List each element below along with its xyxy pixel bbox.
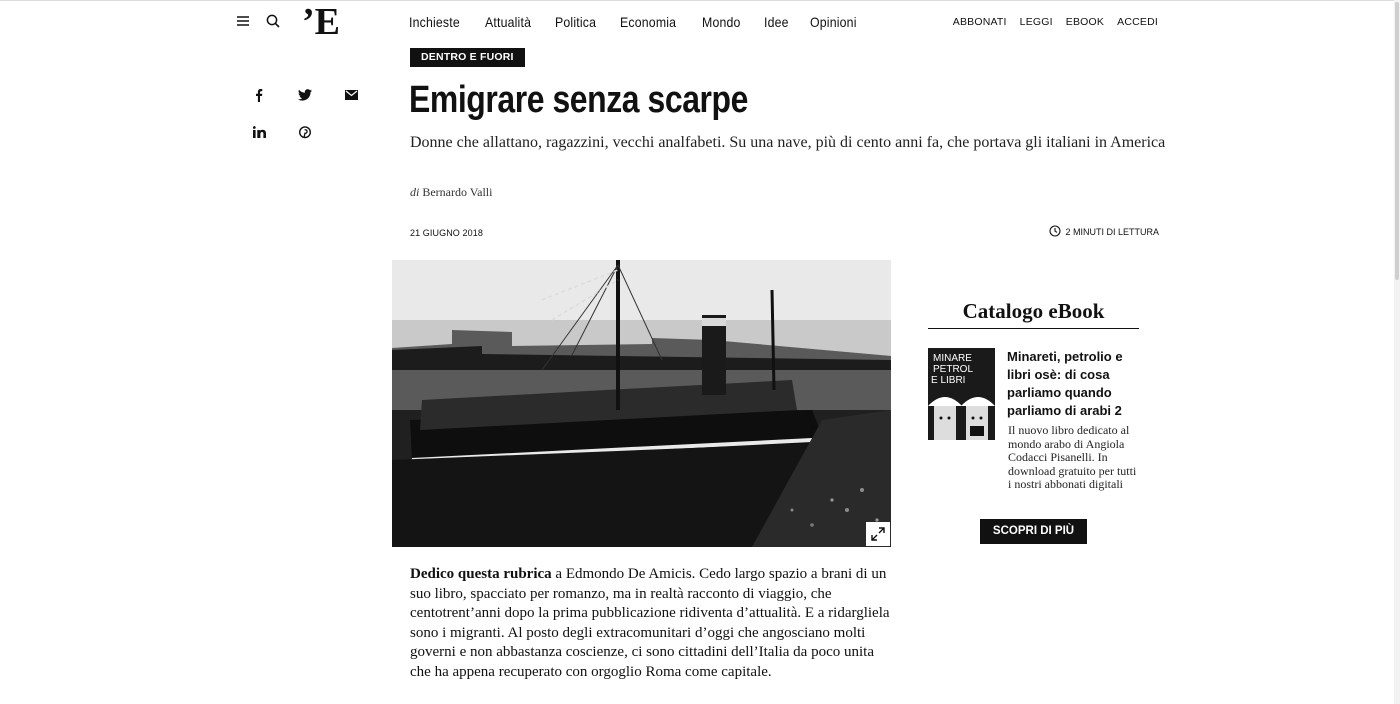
linkedin-icon[interactable] [249,122,269,142]
cover-line-1: MINARE [933,353,972,364]
login-link[interactable]: ACCEDI [1117,16,1158,28]
ebook-link[interactable]: EBOOK [1066,16,1104,28]
body-lead: Dedico questa rubrica [410,566,552,582]
cover-line-3: E LIBRI [931,375,965,386]
category-label[interactable]: DENTRO E FUORI [410,48,525,67]
email-icon[interactable] [341,85,361,105]
catalog-divider [928,328,1139,329]
cover-line-2: PETROL [933,364,973,375]
top-border [0,0,1400,1]
site-logo[interactable]: ’E [302,3,340,41]
nav-opinioni[interactable]: Opinioni [810,14,857,30]
account-nav: ABBONATI LEGGI EBOOK ACCEDI [953,16,1158,28]
twitter-icon[interactable] [295,85,315,105]
menu-icon[interactable] [234,12,252,30]
nav-economia[interactable]: Economia [620,14,676,30]
book-cover-art: MINARE PETROL E LIBRI [928,348,995,440]
ebook-description: Il nuovo libro dedicato al mondo arabo d… [1008,423,1137,491]
page-scrollbar[interactable] [1394,0,1400,704]
ship-photo-illustration [392,260,891,547]
main-nav: Inchieste Attualità Politica Economia Mo… [409,14,863,30]
publish-date: 21 GIUGNO 2018 [410,228,483,238]
reading-time: 2 MINUTI DI LETTURA [1049,225,1159,239]
nav-attualita[interactable]: Attualità [485,14,531,30]
byline-prefix: di [410,185,420,199]
catalog-title: Catalogo eBook [962,299,1105,323]
clock-icon [1049,225,1062,239]
byline: di Bernardo Valli [410,185,492,200]
scrollbar-thumb[interactable] [1395,2,1399,280]
subscribe-link[interactable]: ABBONATI [953,16,1007,28]
author-name[interactable]: Bernardo Valli [422,185,492,199]
nav-politica[interactable]: Politica [555,14,596,30]
ebook-title[interactable]: Minareti, petrolio e libri osè: di cosa … [1007,348,1142,420]
body-text: a Edmondo De Amicis. Cedo largo spazio a… [410,566,890,680]
nav-idee[interactable]: Idee [764,14,789,30]
article-photo[interactable] [392,260,891,547]
article-subtitle: Donne che allattano, ragazzini, vecchi a… [410,134,1166,151]
pinterest-icon[interactable] [295,122,315,142]
search-icon[interactable] [264,12,282,30]
expand-image-icon[interactable] [866,522,890,546]
nav-inchieste[interactable]: Inchieste [409,14,460,30]
ebook-cover[interactable]: MINARE PETROL E LIBRI [928,348,995,440]
read-link[interactable]: LEGGI [1020,16,1053,28]
facebook-icon[interactable] [249,85,269,105]
reading-time-label: 2 MINUTI DI LETTURA [1065,227,1159,237]
article-body: Dedico questa rubrica a Edmondo De Amici… [410,565,896,683]
article-title: Emigrare senza scarpe [409,79,748,121]
nav-mondo[interactable]: Mondo [702,14,741,30]
discover-more-button[interactable]: SCOPRI DI PIÙ [980,519,1087,544]
